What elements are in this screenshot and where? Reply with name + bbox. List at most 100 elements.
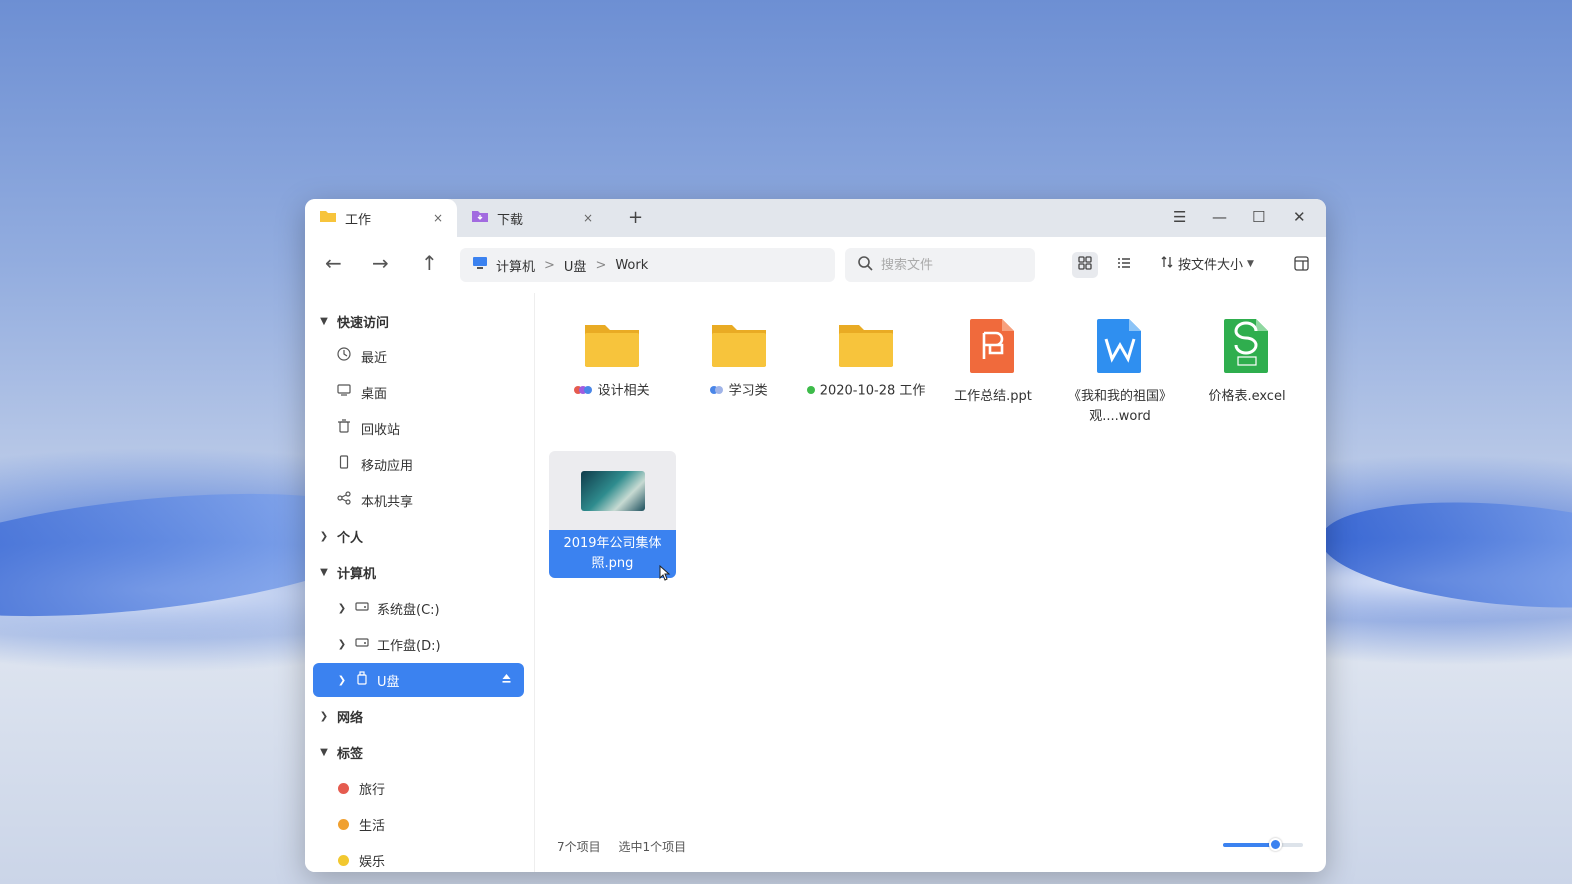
sidebar-section-label: 计算机 <box>337 566 377 582</box>
breadcrumb-separator: > <box>544 257 555 273</box>
sidebar-item-trash[interactable]: 回收站 <box>335 413 400 443</box>
sidebar-item-desktop[interactable]: 桌面 <box>335 377 387 407</box>
chevron-down-icon: ▼ <box>320 746 328 758</box>
file-name: 学习类 <box>728 383 768 399</box>
sidebar-item-label: 工作盘(D:) <box>377 638 441 654</box>
sidebar-section-label: 快速访问 <box>337 315 390 331</box>
drive-icon <box>353 600 371 616</box>
word-file-icon <box>1095 319 1145 379</box>
file-item-image-selected[interactable]: 2019年公司集体照.png <box>549 451 676 578</box>
sidebar-item-mobile-apps[interactable]: 移动应用 <box>335 449 413 479</box>
sidebar-item-label: 系统盘(C:) <box>377 602 440 618</box>
sidebar-section-tags[interactable]: ▼ 标签 <box>319 737 363 767</box>
tab-close-icon[interactable]: × <box>433 211 443 225</box>
tab-close-icon[interactable]: × <box>583 211 593 225</box>
search-box[interactable] <box>845 248 1035 282</box>
sidebar: ▼ 快速访问 最近 桌面 回收站 移动应用 本机共享 ❯ 个人 ▼ 计算机 ❯ … <box>305 293 535 872</box>
chevron-down-icon: ▼ <box>320 566 328 578</box>
trash-icon <box>335 419 353 437</box>
file-name: 2019年公司集体照.png <box>549 530 676 578</box>
list-view-button[interactable] <box>1111 252 1137 278</box>
drive-icon <box>353 636 371 652</box>
file-name: 《我和我的祖国》观....word <box>1067 389 1172 424</box>
slider-handle[interactable] <box>1269 838 1282 851</box>
back-button[interactable]: ← <box>325 251 342 275</box>
file-item-folder[interactable]: 学习类 <box>676 319 802 402</box>
details-panel-button[interactable] <box>1288 252 1314 278</box>
new-tab-button[interactable]: + <box>628 207 643 228</box>
status-bar: 7个项目 选中1个项目 <box>557 838 686 855</box>
sidebar-item-local-share[interactable]: 本机共享 <box>335 485 413 515</box>
folder-icon <box>837 325 895 373</box>
folder-icon <box>319 209 337 227</box>
up-button[interactable]: ↑ <box>421 251 438 275</box>
forward-button[interactable]: → <box>372 251 389 275</box>
clock-icon <box>335 347 353 365</box>
sidebar-item-label: 娱乐 <box>359 854 386 870</box>
tab-downloads[interactable]: 下载 × <box>457 199 607 237</box>
sidebar-item-label: 最近 <box>361 350 388 366</box>
chevron-right-icon: ❯ <box>337 674 347 686</box>
sidebar-item-label: 桌面 <box>361 386 388 402</box>
maximize-button[interactable]: ☐ <box>1252 208 1265 226</box>
sidebar-section-label: 个人 <box>337 530 364 546</box>
usb-icon <box>353 671 371 689</box>
phone-icon <box>335 455 353 473</box>
slider-fill <box>1223 843 1275 847</box>
file-manager-window: 工作 × 下载 × + ☰ — ☐ ✕ ← → ↑ 计算机 > U盘 > Wor… <box>305 199 1326 872</box>
sidebar-section-label: 网络 <box>337 710 364 726</box>
sidebar-item-label: 旅行 <box>359 782 386 798</box>
tag-dot-icon <box>338 782 349 794</box>
tag-dots <box>710 381 724 401</box>
folder-icon <box>710 325 768 373</box>
tab-work[interactable]: 工作 × <box>305 199 457 237</box>
minimize-button[interactable]: — <box>1212 208 1227 226</box>
file-name: 2020-10-28 工作 <box>819 383 926 399</box>
ppt-file-icon <box>968 319 1018 379</box>
file-view: 设计相关 学习类 2020-10-28 工作 工作总结.ppt 《我和我的祖国》… <box>535 293 1326 872</box>
file-item-folder[interactable]: 设计相关 <box>549 319 675 402</box>
menu-icon[interactable]: ☰ <box>1173 208 1186 226</box>
chevron-down-icon: ▼ <box>320 315 328 327</box>
tag-dots <box>806 381 815 401</box>
breadcrumb-work[interactable]: Work <box>615 258 648 273</box>
eject-icon[interactable] <box>501 673 512 688</box>
excel-file-icon <box>1222 319 1272 379</box>
breadcrumb-computer[interactable]: 计算机 <box>496 256 535 275</box>
sidebar-section-network[interactable]: ❯ 网络 <box>319 701 363 731</box>
tag-dots <box>574 381 593 401</box>
file-name: 设计相关 <box>597 383 650 399</box>
tag-dot-icon <box>338 854 349 866</box>
sidebar-section-quick-access[interactable]: ▼ 快速访问 <box>319 306 389 336</box>
sidebar-tag-life[interactable]: 生活 <box>338 809 385 839</box>
toolbar: ← → ↑ 计算机 > U盘 > Work 搜索文件 按文件大小 ▼ <box>305 237 1326 293</box>
icon-size-slider[interactable] <box>1223 838 1303 851</box>
sidebar-tag-entertainment[interactable]: 娱乐 <box>338 845 385 872</box>
sidebar-item-system-disk[interactable]: ❯ 系统盘(C:) <box>337 593 440 623</box>
file-item-excel[interactable]: 价格表.excel <box>1184 317 1310 407</box>
sort-label: 按文件大小 <box>1178 258 1244 273</box>
sidebar-item-recent[interactable]: 最近 <box>335 341 387 371</box>
breadcrumb: 计算机 > U盘 > Work <box>460 248 835 282</box>
sidebar-item-label: 回收站 <box>361 422 401 438</box>
chevron-right-icon: ❯ <box>319 710 329 722</box>
search-input[interactable] <box>879 256 1023 274</box>
file-item-folder[interactable]: 2020-10-28 工作 <box>803 319 929 402</box>
file-item-word[interactable]: 《我和我的祖国》观....word <box>1057 317 1183 427</box>
sidebar-section-computer[interactable]: ▼ 计算机 <box>319 557 376 587</box>
chevron-down-icon: ▼ <box>1247 258 1254 269</box>
computer-icon <box>472 256 488 274</box>
sidebar-item-work-disk[interactable]: ❯ 工作盘(D:) <box>337 629 441 659</box>
sidebar-section-personal[interactable]: ❯ 个人 <box>319 521 363 551</box>
sidebar-item-label: 移动应用 <box>361 458 414 474</box>
chevron-right-icon: ❯ <box>319 530 329 542</box>
selection-count: 选中1个项目 <box>618 840 687 854</box>
sidebar-tag-travel[interactable]: 旅行 <box>338 773 385 803</box>
sidebar-item-udisk[interactable]: ❯ U盘 <box>313 663 524 697</box>
close-button[interactable]: ✕ <box>1293 208 1306 226</box>
sidebar-item-label: 本机共享 <box>361 494 414 510</box>
sort-button[interactable]: 按文件大小 ▼ <box>1160 254 1254 273</box>
file-item-ppt[interactable]: 工作总结.ppt <box>930 317 1056 407</box>
grid-view-button[interactable] <box>1072 252 1098 278</box>
breadcrumb-udisk[interactable]: U盘 <box>564 256 587 275</box>
